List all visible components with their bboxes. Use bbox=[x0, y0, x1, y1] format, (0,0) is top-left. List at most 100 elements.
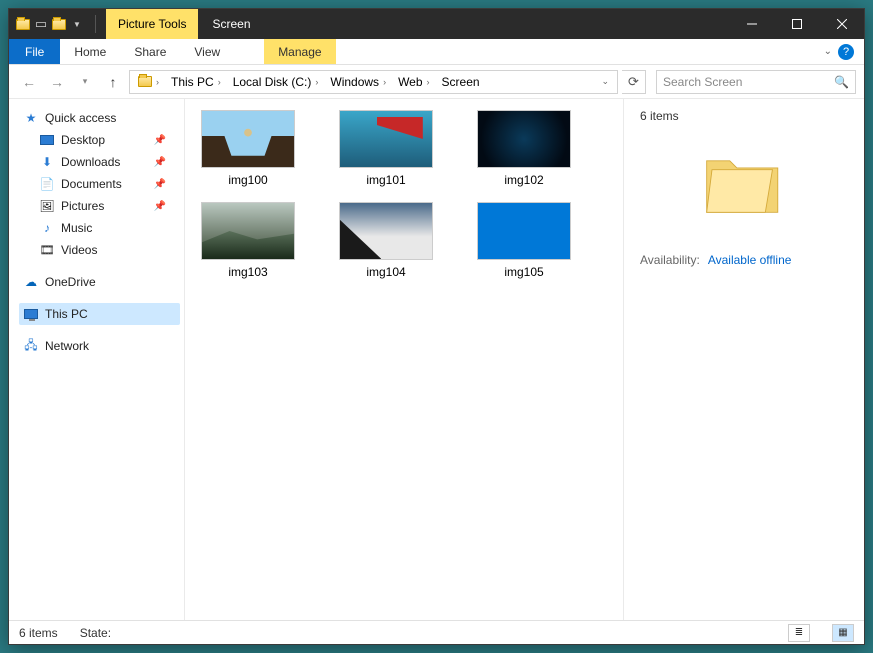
sidebar-quick-access[interactable]: ★ Quick access bbox=[19, 107, 180, 129]
status-bar: 6 items State: ≣ ▦ bbox=[9, 620, 864, 644]
tab-home[interactable]: Home bbox=[60, 39, 120, 64]
sidebar-item-label: OneDrive bbox=[45, 275, 96, 289]
details-pane: 6 items Availability: Available offline bbox=[624, 99, 864, 620]
file-name: img104 bbox=[366, 265, 405, 279]
minimize-button[interactable] bbox=[729, 9, 774, 39]
help-icon[interactable]: ? bbox=[838, 44, 854, 60]
breadcrumb-this-pc[interactable]: This PC› bbox=[165, 75, 227, 89]
detail-label: Availability: bbox=[640, 253, 700, 267]
breadcrumb-local-disk[interactable]: Local Disk (C:)› bbox=[227, 75, 325, 89]
pin-icon: 📌 bbox=[154, 135, 176, 146]
window-controls bbox=[729, 9, 864, 39]
thumbnail bbox=[340, 111, 432, 167]
breadcrumb-web[interactable]: Web› bbox=[392, 75, 435, 89]
sidebar-network[interactable]: 🖧 Network bbox=[19, 335, 180, 357]
ribbon-tabs: File Home Share View Manage ⌄ ? bbox=[9, 39, 864, 65]
recent-dropdown-icon[interactable]: ▾ bbox=[73, 70, 97, 94]
tab-manage[interactable]: Manage bbox=[264, 39, 335, 64]
content-area[interactable]: img100 img101 img102 img103 img104 img10… bbox=[184, 99, 624, 620]
network-icon: 🖧 bbox=[23, 338, 39, 354]
window-title: Screen bbox=[212, 17, 250, 31]
status-item-count: 6 items bbox=[19, 626, 58, 640]
thumbnails-view-button[interactable]: ▦ bbox=[832, 624, 854, 642]
file-item[interactable]: img102 bbox=[469, 111, 579, 187]
search-icon: 🔍 bbox=[834, 75, 849, 89]
thumbnail bbox=[478, 111, 570, 167]
sidebar-onedrive[interactable]: ☁OneDrive bbox=[19, 271, 180, 293]
close-button[interactable] bbox=[819, 9, 864, 39]
search-input[interactable]: Search Screen 🔍 bbox=[656, 70, 856, 94]
sidebar-item-label: This PC bbox=[45, 307, 88, 321]
status-state-label: State: bbox=[80, 626, 111, 640]
file-name: img102 bbox=[504, 173, 543, 187]
star-icon: ★ bbox=[23, 110, 39, 126]
videos-icon: 🎞 bbox=[39, 242, 55, 258]
tab-view[interactable]: View bbox=[180, 39, 234, 64]
sidebar-item-label: Desktop bbox=[61, 133, 105, 147]
refresh-button[interactable]: ⟳ bbox=[622, 70, 646, 94]
file-name: img105 bbox=[504, 265, 543, 279]
downloads-icon: ⬇ bbox=[39, 154, 55, 170]
explorer-window: ▭ ▼ Picture Tools Screen File Home Share… bbox=[8, 8, 865, 645]
sidebar-item-label: Network bbox=[45, 339, 89, 353]
pin-icon: 📌 bbox=[154, 179, 176, 190]
sidebar-item-label: Videos bbox=[61, 243, 97, 257]
tab-share[interactable]: Share bbox=[120, 39, 180, 64]
file-item[interactable]: img103 bbox=[193, 203, 303, 279]
pin-icon: 📌 bbox=[154, 201, 176, 212]
body: ★ Quick access Desktop 📌 ⬇ Downloads 📌 📄 Doc… bbox=[9, 99, 864, 620]
sidebar-item-label: Downloads bbox=[61, 155, 120, 169]
folder-icon bbox=[15, 16, 31, 32]
sidebar-item-label: Pictures bbox=[61, 199, 104, 213]
sidebar-item-pictures[interactable]: 🖼 Pictures 📌 bbox=[35, 195, 180, 217]
music-icon: ♪ bbox=[39, 220, 55, 236]
titlebar[interactable]: ▭ ▼ Picture Tools Screen bbox=[9, 9, 864, 39]
sidebar-this-pc[interactable]: This PC bbox=[19, 303, 180, 325]
file-name: img103 bbox=[228, 265, 267, 279]
detail-value: Available offline bbox=[708, 253, 792, 267]
forward-button[interactable]: → bbox=[45, 70, 69, 94]
file-grid: img100 img101 img102 img103 img104 img10… bbox=[193, 111, 615, 279]
quick-access-toolbar: ▭ ▼ bbox=[9, 16, 91, 32]
file-item[interactable]: img100 bbox=[193, 111, 303, 187]
sidebar-item-documents[interactable]: 📄 Documents 📌 bbox=[35, 173, 180, 195]
details-item-count: 6 items bbox=[640, 109, 848, 123]
navigation-pane[interactable]: ★ Quick access Desktop 📌 ⬇ Downloads 📌 📄 Doc… bbox=[9, 99, 184, 620]
thumbnail bbox=[478, 203, 570, 259]
back-button[interactable]: ← bbox=[17, 70, 41, 94]
details-view-button[interactable]: ≣ bbox=[788, 624, 810, 642]
file-name: img100 bbox=[228, 173, 267, 187]
file-item[interactable]: img105 bbox=[469, 203, 579, 279]
sidebar-item-downloads[interactable]: ⬇ Downloads 📌 bbox=[35, 151, 180, 173]
folder-preview-icon bbox=[699, 143, 789, 223]
file-tab[interactable]: File bbox=[9, 39, 60, 64]
pin-icon: 📌 bbox=[154, 157, 176, 168]
sidebar-item-label: Quick access bbox=[45, 111, 116, 125]
sidebar-item-label: Documents bbox=[61, 177, 122, 191]
file-item[interactable]: img104 bbox=[331, 203, 441, 279]
sidebar-item-music[interactable]: ♪Music bbox=[35, 217, 180, 239]
file-name: img101 bbox=[366, 173, 405, 187]
search-placeholder: Search Screen bbox=[663, 75, 742, 89]
documents-icon: 📄 bbox=[39, 176, 55, 192]
qat-dropdown-icon[interactable]: ▼ bbox=[69, 16, 85, 32]
properties-icon[interactable]: ▭ bbox=[33, 16, 49, 32]
breadcrumb-screen[interactable]: Screen bbox=[436, 75, 486, 89]
contextual-tab-header: Picture Tools bbox=[106, 9, 198, 39]
thumbnail bbox=[202, 203, 294, 259]
breadcrumb-windows[interactable]: Windows› bbox=[324, 75, 392, 89]
sidebar-item-videos[interactable]: 🎞 Videos bbox=[35, 239, 180, 261]
up-button[interactable]: ↑ bbox=[101, 70, 125, 94]
divider bbox=[95, 15, 96, 33]
address-folder-icon[interactable]: › bbox=[132, 76, 165, 87]
address-bar[interactable]: › This PC› Local Disk (C:)› Windows› Web… bbox=[129, 70, 618, 94]
file-item[interactable]: img101 bbox=[331, 111, 441, 187]
ribbon-expand-icon[interactable]: ⌄ bbox=[824, 46, 832, 57]
detail-availability: Availability: Available offline bbox=[640, 253, 848, 267]
pictures-icon: 🖼 bbox=[39, 198, 55, 214]
sidebar-item-desktop[interactable]: Desktop 📌 bbox=[35, 129, 180, 151]
new-folder-icon[interactable] bbox=[51, 16, 67, 32]
desktop-icon bbox=[39, 132, 55, 148]
maximize-button[interactable] bbox=[774, 9, 819, 39]
address-dropdown-icon[interactable]: ⌄ bbox=[595, 76, 615, 87]
